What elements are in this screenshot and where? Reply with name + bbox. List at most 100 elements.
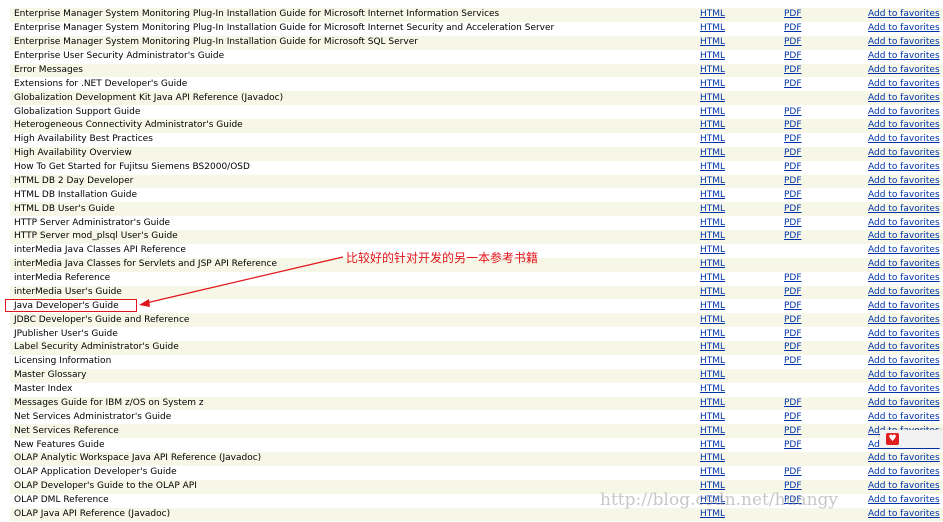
add-to-favorites-link[interactable]: Add to favorites [868,231,940,241]
pdf-link[interactable]: PDF [784,329,802,339]
add-to-favorites-link[interactable]: Add to favorites [868,204,940,214]
add-to-favorites-link[interactable]: Add to favorites [868,509,940,519]
html-link[interactable]: HTML [700,120,725,130]
html-link[interactable]: HTML [700,245,725,255]
html-link[interactable]: HTML [700,134,725,144]
pdf-link[interactable]: PDF [784,398,802,408]
add-to-favorites-link[interactable]: Add to favorites [868,162,940,172]
html-link[interactable]: HTML [700,107,725,117]
add-to-favorites-link[interactable]: Add to favorites [868,93,940,103]
add-to-favorites-link[interactable]: Add to favorites [868,481,940,491]
html-link[interactable]: HTML [700,329,725,339]
html-link[interactable]: HTML [700,79,725,89]
html-link[interactable]: HTML [700,453,725,463]
html-link[interactable]: HTML [700,218,725,228]
pdf-link[interactable]: PDF [784,218,802,228]
add-to-favorites-link[interactable]: Add to favorites [868,467,940,477]
html-link[interactable]: HTML [700,356,725,366]
add-to-favorites-link[interactable]: Add to favorites [868,9,940,19]
pdf-link[interactable]: PDF [784,190,802,200]
add-to-favorites-link[interactable]: Add to favorites [868,398,940,408]
html-link[interactable]: HTML [700,426,725,436]
add-to-favorites-link[interactable]: Add to favorites [868,259,940,269]
add-to-favorites-link[interactable]: Add to favorites [868,273,940,283]
html-link[interactable]: HTML [700,148,725,158]
pdf-link[interactable]: PDF [784,440,802,450]
html-link[interactable]: HTML [700,509,725,519]
pdf-link[interactable]: PDF [784,51,802,61]
add-to-favorites-link[interactable]: Add to favorites [868,301,940,311]
pdf-link[interactable]: PDF [784,481,802,491]
html-link[interactable]: HTML [700,37,725,47]
pdf-link[interactable]: PDF [784,426,802,436]
add-to-favorites-link[interactable]: Add to favorites [868,315,940,325]
pdf-link[interactable]: PDF [784,37,802,47]
html-link[interactable]: HTML [700,273,725,283]
add-to-favorites-link[interactable]: Add to favorites [868,107,940,117]
html-link[interactable]: HTML [700,467,725,477]
add-to-favorites-link[interactable]: Add to favorites [868,79,940,89]
html-link[interactable]: HTML [700,398,725,408]
pdf-link[interactable]: PDF [784,342,802,352]
add-to-favorites-link[interactable]: Add to favorites [868,384,940,394]
html-link[interactable]: HTML [700,259,725,269]
pdf-link[interactable]: PDF [784,176,802,186]
html-link[interactable]: HTML [700,9,725,19]
html-link[interactable]: HTML [700,301,725,311]
add-to-favorites-link[interactable]: Add to favorites [868,218,940,228]
pdf-link[interactable]: PDF [784,120,802,130]
pdf-link[interactable]: PDF [784,23,802,33]
heart-icon[interactable]: ♥ [886,433,899,445]
add-to-favorites-link[interactable]: Add to favorites [868,176,940,186]
add-to-favorites-link[interactable]: Add to favorites [868,412,940,422]
add-to-favorites-link[interactable]: Add to favorites [868,356,940,366]
add-to-favorites-link[interactable]: Add to favorites [868,148,940,158]
pdf-link[interactable]: PDF [784,107,802,117]
pdf-link[interactable]: PDF [784,287,802,297]
html-link[interactable]: HTML [700,315,725,325]
add-to-favorites-link[interactable]: Add to favorites [868,370,940,380]
pdf-link[interactable]: PDF [784,315,802,325]
pdf-link[interactable]: PDF [784,356,802,366]
add-to-favorites-link[interactable]: Add to favorites [868,37,940,47]
add-to-favorites-link[interactable]: Add to favorites [868,190,940,200]
html-link[interactable]: HTML [700,370,725,380]
html-link[interactable]: HTML [700,287,725,297]
add-to-favorites-link[interactable]: Add to favorites [868,23,940,33]
html-link[interactable]: HTML [700,176,725,186]
html-link[interactable]: HTML [700,65,725,75]
html-link[interactable]: HTML [700,495,725,505]
html-link[interactable]: HTML [700,231,725,241]
html-link[interactable]: HTML [700,481,725,491]
html-link[interactable]: HTML [700,51,725,61]
add-to-favorites-link[interactable]: Add to favorites [868,329,940,339]
add-to-favorites-link[interactable]: Add to favorites [868,134,940,144]
add-to-favorites-link[interactable]: Add to favorites [868,495,940,505]
add-to-favorites-link[interactable]: Add to favorites [868,245,940,255]
side-share-widget[interactable]: ♥ [880,430,943,448]
html-link[interactable]: HTML [700,190,725,200]
pdf-link[interactable]: PDF [784,273,802,283]
add-to-favorites-link[interactable]: Add to favorites [868,342,940,352]
add-to-favorites-link[interactable]: Add to favorites [868,65,940,75]
pdf-link[interactable]: PDF [784,467,802,477]
pdf-link[interactable]: PDF [784,65,802,75]
pdf-link[interactable]: PDF [784,204,802,214]
html-link[interactable]: HTML [700,23,725,33]
pdf-link[interactable]: PDF [784,301,802,311]
pdf-link[interactable]: PDF [784,134,802,144]
html-link[interactable]: HTML [700,412,725,422]
pdf-link[interactable]: PDF [784,148,802,158]
add-to-favorites-link[interactable]: Add to favorites [868,287,940,297]
pdf-link[interactable]: PDF [784,412,802,422]
html-link[interactable]: HTML [700,440,725,450]
pdf-link[interactable]: PDF [784,79,802,89]
add-to-favorites-link[interactable]: Add to favorites [868,453,940,463]
html-link[interactable]: HTML [700,162,725,172]
add-to-favorites-link[interactable]: Add to favorites [868,120,940,130]
add-to-favorites-link[interactable]: Add to favorites [868,51,940,61]
pdf-link[interactable]: PDF [784,495,802,505]
html-link[interactable]: HTML [700,204,725,214]
html-link[interactable]: HTML [700,384,725,394]
html-link[interactable]: HTML [700,342,725,352]
